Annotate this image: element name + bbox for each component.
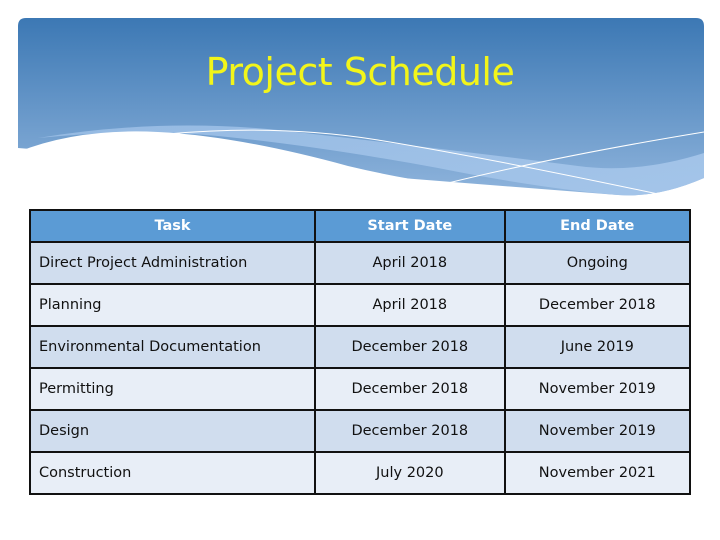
table-header-row: Task Start Date End Date <box>28 209 692 243</box>
column-header-end-date: End Date <box>503 209 692 243</box>
end-date-cell: Ongoing <box>503 241 692 285</box>
page-title: Project Schedule <box>205 50 515 94</box>
table-row: Environmental Documentation December 201… <box>28 325 692 369</box>
schedule-table: Task Start Date End Date Direct Project … <box>28 209 692 495</box>
column-header-task: Task <box>28 209 317 243</box>
start-date-cell: July 2020 <box>314 451 506 495</box>
task-cell: Planning <box>28 283 317 327</box>
task-cell: Environmental Documentation <box>28 325 317 369</box>
start-date-cell: December 2018 <box>314 367 506 411</box>
end-date-cell: November 2021 <box>503 451 692 495</box>
banner-wave-graphic <box>18 18 704 198</box>
table-row: Permitting December 2018 November 2019 <box>28 367 692 411</box>
table-row: Construction July 2020 November 2021 <box>28 451 692 495</box>
task-cell: Construction <box>28 451 317 495</box>
end-date-cell: June 2019 <box>503 325 692 369</box>
task-cell: Direct Project Administration <box>28 241 317 285</box>
start-date-cell: December 2018 <box>314 325 506 369</box>
task-cell: Permitting <box>28 367 317 411</box>
table-row: Direct Project Administration April 2018… <box>28 241 692 285</box>
start-date-cell: April 2018 <box>314 241 506 285</box>
start-date-cell: April 2018 <box>314 283 506 327</box>
end-date-cell: November 2019 <box>503 367 692 411</box>
task-cell: Design <box>28 409 317 453</box>
table-row: Planning April 2018 December 2018 <box>28 283 692 327</box>
end-date-cell: November 2019 <box>503 409 692 453</box>
column-header-start-date: Start Date <box>314 209 506 243</box>
title-banner <box>18 18 704 198</box>
end-date-cell: December 2018 <box>503 283 692 327</box>
start-date-cell: December 2018 <box>314 409 506 453</box>
table-row: Design December 2018 November 2019 <box>28 409 692 453</box>
